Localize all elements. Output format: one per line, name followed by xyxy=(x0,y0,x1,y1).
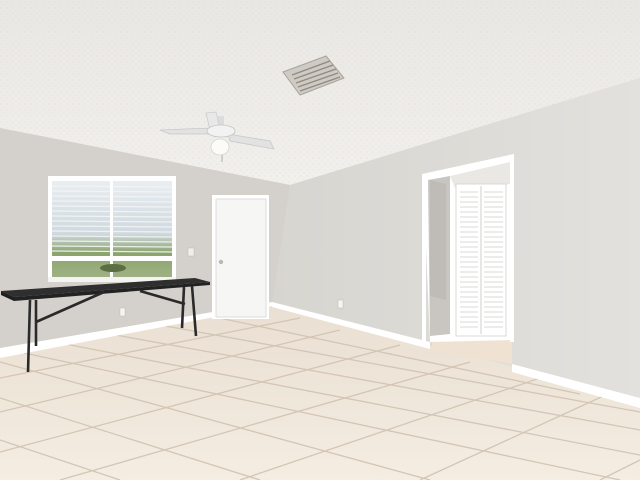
room-illustration xyxy=(0,0,640,480)
wall-outlet-left xyxy=(119,307,126,317)
wall-outlet xyxy=(337,299,344,309)
light-switch xyxy=(187,247,195,257)
room-photo xyxy=(0,0,640,480)
hallway-trim-right xyxy=(510,156,514,342)
window-with-blinds xyxy=(48,176,176,282)
front-door xyxy=(212,195,269,319)
closet-bifold-door xyxy=(455,183,507,337)
